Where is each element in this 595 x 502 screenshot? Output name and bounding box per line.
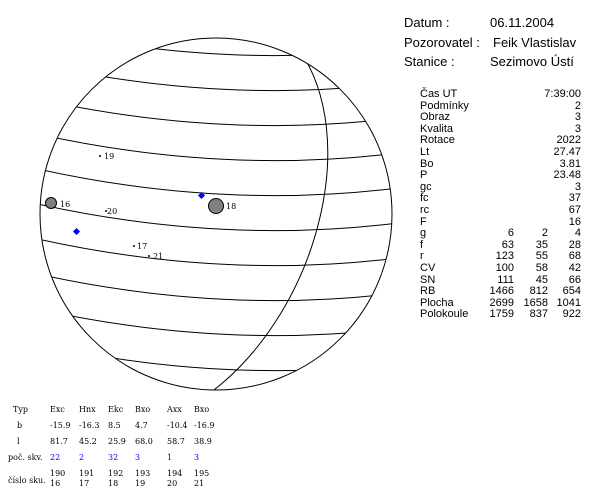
param-row: fc 37 <box>420 193 585 205</box>
cell: 20 <box>167 479 178 488</box>
cell: 21 <box>194 479 205 488</box>
latitude-line <box>40 229 392 267</box>
cell: Exc <box>50 405 65 414</box>
latitude-line <box>40 299 392 337</box>
observer-value: Feik Vlastislav <box>493 35 577 50</box>
param-row: gc 3 <box>420 181 585 194</box>
latitude-line <box>40 124 392 162</box>
param-value: 42 <box>568 261 581 274</box>
cell: b <box>17 421 23 430</box>
cell: 81.7 <box>50 437 68 446</box>
latitude-line <box>40 334 392 372</box>
cell: 68.0 <box>135 437 153 446</box>
cell: 1 <box>167 453 173 462</box>
cell: Typ <box>13 405 28 414</box>
cell: 45.2 <box>79 437 97 446</box>
station-label: Stanice : <box>404 54 455 69</box>
param-label: Čas UT <box>420 88 458 100</box>
param-value: 654 <box>562 285 581 298</box>
latitude-line <box>40 89 392 127</box>
cell: Axx <box>167 405 182 414</box>
cell: 22 <box>50 453 61 462</box>
param-label: g <box>420 227 427 240</box>
spot-label: 20 <box>107 207 117 216</box>
cell: Hnx <box>79 405 96 414</box>
spot-label: 17 <box>137 242 147 251</box>
cell: 32 <box>108 453 119 462</box>
param-row: rc 67 <box>420 203 585 217</box>
latitude-line <box>40 369 392 390</box>
param-label: rc <box>420 203 430 216</box>
cell: 18 <box>108 479 119 488</box>
cell: Bxo <box>194 405 210 414</box>
param-row: F 16 <box>420 216 585 229</box>
param-label: P <box>420 169 428 182</box>
datum-value: 06.11.2004 <box>490 15 555 30</box>
cell: 4.7 <box>135 421 148 430</box>
spot-label: 18 <box>226 202 236 211</box>
param-label: Lt <box>420 145 430 158</box>
latitude-line <box>40 54 392 92</box>
cell: 2 <box>79 453 85 462</box>
cell: l <box>17 437 20 446</box>
parameters-table: Čas UT 7:39:00 Podmínky 2 Obraz 3 Kvalita 3 Rota… <box>420 88 585 321</box>
spot-label: 19 <box>104 152 114 161</box>
cell: 3 <box>135 453 141 462</box>
param-value: 67 <box>568 203 581 216</box>
cell: 38.9 <box>194 437 212 446</box>
param-row: Polokoule 1759 837 922 <box>420 309 585 321</box>
cell: -16.9 <box>194 421 215 430</box>
cell: Ekc <box>108 405 124 414</box>
param-value: 7:39:00 <box>544 88 581 100</box>
cell: 25.9 <box>108 437 126 446</box>
latitude-line <box>40 159 392 197</box>
station-value: Sezimovo Ústí <box>490 54 574 69</box>
cell: poč. skv. <box>8 453 43 462</box>
spot-label: 21 <box>153 252 163 261</box>
cell: -15.9 <box>50 421 71 430</box>
cell: číslo sku. <box>8 476 46 485</box>
param-row: CV 100 58 42 <box>420 261 585 275</box>
param-value: 4 <box>574 227 581 240</box>
param-row: Lt 27.47 <box>420 145 585 159</box>
datum-label: Datum : <box>404 15 450 30</box>
cell: 58.7 <box>167 437 185 446</box>
sunspot-dot-21 <box>148 255 150 257</box>
blue-marker <box>72 227 81 236</box>
sunspot-16 <box>45 197 57 209</box>
param-label: RB <box>420 285 436 298</box>
sunspot-18 <box>208 198 224 214</box>
cell: 8.5 <box>108 421 121 430</box>
param-row: g624 <box>420 228 585 240</box>
cell: -16.3 <box>79 421 100 430</box>
param-label: Polokoule <box>420 308 469 321</box>
latitude-line <box>40 38 392 57</box>
param-value: 23.48 <box>553 169 581 182</box>
cell: -10.4 <box>167 421 188 430</box>
param-row: P 23.48 <box>420 170 585 182</box>
cell: 3 <box>194 453 200 462</box>
solar-disk-drawing: 19 16 20 18 17 21 <box>39 37 393 391</box>
observer-label: Pozorovatel : <box>404 35 480 50</box>
cell: 19 <box>135 479 146 488</box>
cell: 16 <box>50 479 61 488</box>
spot-label: 16 <box>60 200 70 209</box>
sunspot-dot-19 <box>99 155 101 157</box>
param-value: 27.47 <box>553 145 581 158</box>
sunspot-dot-17 <box>133 245 135 247</box>
param-row: RB 1466 812 654 <box>420 285 585 298</box>
param-label: CV <box>420 261 436 274</box>
cell: 17 <box>79 479 90 488</box>
param-row: Čas UT 7:39:00 <box>420 88 585 101</box>
cell: Bxo <box>135 405 151 414</box>
param-value: 922 <box>562 308 581 321</box>
